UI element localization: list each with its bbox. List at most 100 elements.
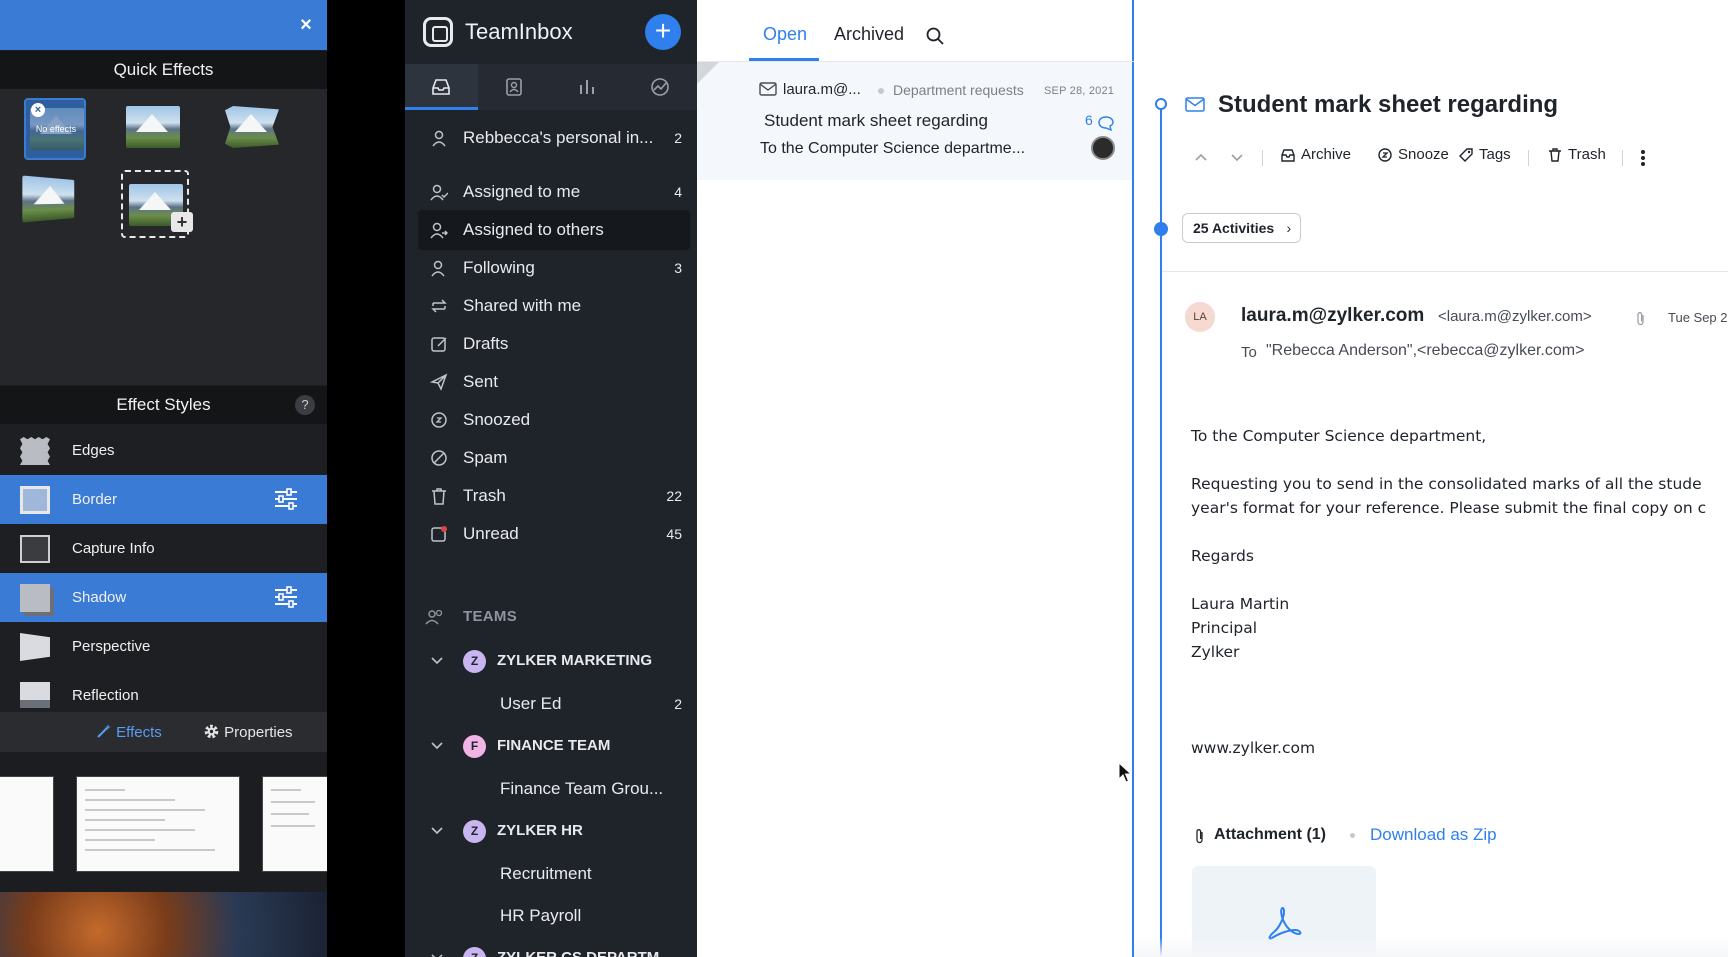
capture-thumbnail[interactable] — [76, 776, 240, 872]
effect-style-shadow[interactable]: Shadow — [0, 573, 327, 622]
reflection-icon — [20, 682, 50, 700]
team-inbox-label: Finance Team Grou... — [500, 779, 664, 798]
sidebar-item-shared-with-me[interactable]: Shared with me — [418, 286, 690, 326]
team-inbox-item[interactable]: Finance Team Grou... — [418, 769, 690, 809]
tab-properties[interactable]: Properties — [203, 723, 293, 741]
capture-thumbnail[interactable] — [262, 776, 332, 872]
chevron-up-icon[interactable] — [1194, 150, 1208, 164]
sidebar-item-trash[interactable]: Trash 22 — [418, 476, 690, 516]
chevron-down-icon[interactable] — [430, 823, 444, 837]
gear-icon — [204, 724, 219, 739]
tab-inbox[interactable] — [405, 64, 478, 110]
sidebar-item-assigned-to-me[interactable]: Assigned to me 4 — [418, 172, 690, 212]
download-zip-link[interactable]: Download as Zip — [1370, 825, 1497, 845]
item-department: Department requests — [893, 82, 1024, 98]
assignee-avatar[interactable] — [1091, 136, 1115, 160]
chevron-down-icon[interactable] — [1230, 150, 1244, 164]
envelope-icon — [759, 82, 777, 96]
body-greeting: To the Computer Science department, — [1191, 427, 1487, 445]
snooze-label: Snooze — [1398, 146, 1449, 163]
sender-address: <laura.m@zylker.com> — [1438, 308, 1592, 325]
effect-style-label: Reflection — [72, 687, 139, 704]
team-inbox-item[interactable]: HR Payroll — [418, 896, 690, 936]
team-finance-team[interactable]: F FINANCE TEAM — [418, 726, 690, 766]
team-zylker-hr[interactable]: Z ZYLKER HR — [418, 811, 690, 851]
quick-effect-thumbnail[interactable] — [122, 98, 184, 160]
sidebar-item-sent[interactable]: Sent — [418, 362, 690, 402]
unread-corner-marker — [697, 62, 719, 84]
quick-effects-title: Quick Effects — [0, 51, 327, 89]
sidebar-item-following[interactable]: Following 3 — [418, 248, 690, 288]
no-effects-label: No effects — [35, 124, 77, 134]
effect-style-capture-info[interactable]: Capture Info — [0, 524, 327, 573]
sidebar-item-label: Trash — [463, 486, 506, 505]
team-inbox-item[interactable]: User Ed 2 — [418, 684, 690, 724]
chevron-down-icon[interactable] — [430, 950, 444, 957]
sliders-icon[interactable] — [273, 586, 299, 608]
tab-open[interactable]: Open — [763, 24, 807, 45]
close-icon[interactable]: × — [295, 14, 317, 36]
tab-analytics[interactable] — [624, 64, 697, 110]
desktop-wallpaper — [0, 892, 327, 957]
chevron-down-icon[interactable] — [430, 738, 444, 752]
team-zylker-marketing[interactable]: Z ZYLKER MARKETING — [418, 641, 690, 681]
team-name: ZYLKER HR — [497, 822, 583, 839]
help-icon[interactable]: ? — [295, 395, 315, 415]
tab-reports[interactable] — [551, 64, 624, 110]
snooze-button[interactable]: Snooze — [1377, 146, 1449, 163]
trash-button[interactable]: Trash — [1547, 146, 1606, 163]
screen: × Quick Effects × No effects + Effect St… — [0, 0, 1728, 957]
more-options-icon[interactable] — [1640, 148, 1646, 168]
compose-button[interactable]: + — [645, 14, 681, 50]
sidebar-item-assigned-to-others[interactable]: Assigned to others — [418, 210, 690, 250]
list-item[interactable]: laura.m@... Department requests SEP 28, … — [697, 62, 1132, 180]
inbox-icon — [432, 79, 450, 95]
timeline-node — [1155, 98, 1167, 110]
effect-style-perspective[interactable]: Perspective — [0, 622, 327, 671]
assigned-others-icon — [430, 222, 448, 239]
sidebar-item-spam[interactable]: Spam — [418, 438, 690, 478]
sidebar-item-drafts[interactable]: Drafts — [418, 324, 690, 364]
edges-icon — [20, 437, 50, 465]
sidebar-icon-tabs — [405, 64, 697, 110]
no-effects-thumbnail[interactable]: × No effects — [24, 98, 86, 160]
tab-effects[interactable]: Effects — [96, 723, 162, 741]
sidebar-item-label: Following — [463, 258, 535, 277]
tab-contacts[interactable] — [478, 64, 551, 110]
sidebar-item-unread[interactable]: Unread 45 — [418, 514, 690, 554]
effect-style-border[interactable]: Border — [0, 475, 327, 524]
trash-label: Trash — [1568, 146, 1606, 163]
capture-info-icon — [20, 535, 50, 563]
capture-thumbnail[interactable] — [0, 776, 54, 872]
tab-archived[interactable]: Archived — [834, 24, 904, 45]
quick-effect-thumbnail[interactable] — [20, 170, 82, 232]
conversation-list: Open Archived laura.m@... Department req… — [697, 0, 1134, 957]
sidebar-item-snoozed[interactable]: Snoozed — [418, 400, 690, 440]
sliders-icon[interactable] — [273, 488, 299, 510]
sidebar-item-rebbecca-s-personal-in[interactable]: Rebbecca's personal in... 2 — [418, 118, 690, 158]
tags-button[interactable]: Tags — [1458, 146, 1511, 163]
team-inbox-count: 2 — [674, 696, 682, 712]
team-zylker-cs-departm[interactable]: Z ZYLKER CS DEPARTM... — [418, 938, 690, 957]
chevron-down-icon[interactable] — [430, 653, 444, 667]
sidebar-item-label: Assigned to me — [463, 182, 581, 201]
team-inbox-item[interactable]: Recruitment — [418, 854, 690, 894]
spam-icon — [431, 450, 447, 466]
timeline-node — [1154, 222, 1168, 236]
signature-website[interactable]: www.zylker.com — [1191, 736, 1728, 760]
toolbar-separator — [1622, 150, 1623, 166]
quick-effect-thumbnail[interactable] — [221, 98, 283, 160]
sender-name[interactable]: laura.m@zylker.com — [1241, 305, 1424, 327]
sidebar-item-label: Assigned to others — [463, 220, 604, 239]
search-icon[interactable] — [925, 26, 945, 46]
signature-name: Laura Martin — [1191, 595, 1290, 613]
archive-button[interactable]: Archive — [1280, 146, 1351, 163]
add-quick-effect-button[interactable]: + — [121, 170, 193, 238]
message-time: Tue Sep 2 — [1668, 310, 1728, 325]
activities-button[interactable]: 25 Activities › — [1182, 213, 1302, 243]
team-inbox-label: HR Payroll — [500, 906, 582, 925]
shared-icon — [431, 299, 447, 313]
effect-style-edges[interactable]: Edges — [0, 426, 327, 475]
team-name: ZYLKER CS DEPARTM... — [497, 949, 672, 957]
toolbar-separator — [1262, 150, 1263, 166]
